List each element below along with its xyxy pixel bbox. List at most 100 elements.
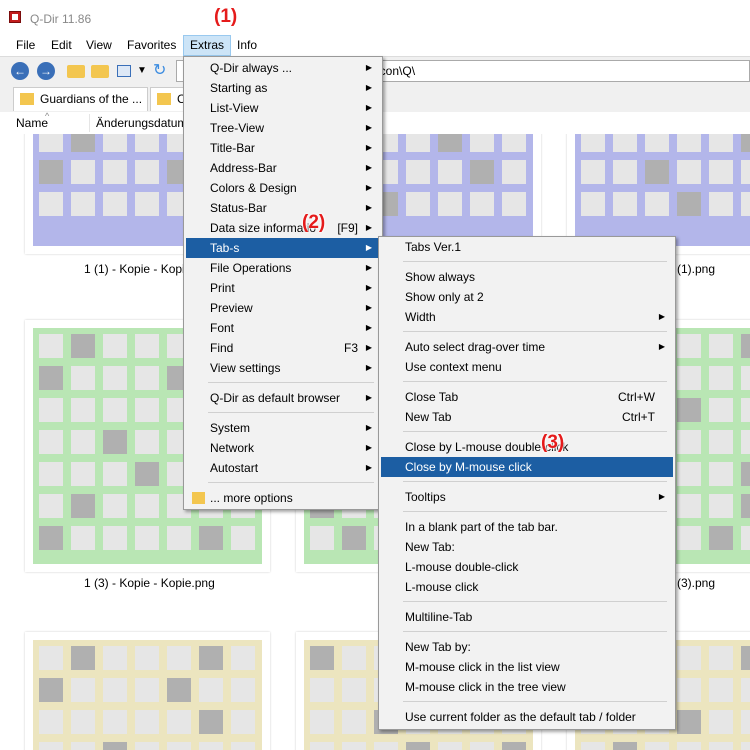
tabs-item-l-mouse-click[interactable]: L-mouse click bbox=[381, 577, 673, 597]
extras-item-view-settings[interactable]: View settings ▶ bbox=[186, 358, 380, 378]
menu-item-label: Font bbox=[210, 321, 235, 335]
tabs-item-close-by-l-mouse-double-click[interactable]: Close by L-mouse double-click bbox=[381, 437, 673, 457]
pixel-tile bbox=[135, 430, 159, 454]
submenu-arrow-icon: ▶ bbox=[658, 312, 665, 321]
pixel-tile bbox=[135, 366, 159, 390]
view-mode-icon[interactable] bbox=[117, 65, 131, 77]
extras-item-tab-s[interactable]: Tab-s ▶ bbox=[186, 238, 380, 258]
extras-item-q-dir-as-default-browser[interactable]: Q-Dir as default browser ▶ bbox=[186, 388, 380, 408]
back-icon[interactable]: ← bbox=[11, 62, 29, 80]
tabs-item-new-tab[interactable]: New Tab Ctrl+T bbox=[381, 407, 673, 427]
file-caption[interactable]: (3).png bbox=[677, 576, 715, 590]
extras-item-data-size-informatio[interactable]: Data size informatio [F9] ▶ bbox=[186, 218, 380, 238]
pixel-tile bbox=[502, 192, 526, 216]
tabs-item-close-tab[interactable]: Close Tab Ctrl+W bbox=[381, 387, 673, 407]
extras-item-tree-view[interactable]: Tree-View ▶ bbox=[186, 118, 380, 138]
menu-favorites[interactable]: Favorites bbox=[121, 37, 182, 54]
extras-item-status-bar[interactable]: Status-Bar ▶ bbox=[186, 198, 380, 218]
pixel-tile bbox=[231, 678, 255, 702]
menu-separator bbox=[208, 412, 374, 413]
tabs-item-use-context-menu[interactable]: Use context menu bbox=[381, 357, 673, 377]
extras-item-starting-as[interactable]: Starting as ▶ bbox=[186, 78, 380, 98]
pixel-tile bbox=[71, 398, 95, 422]
extras-item-title-bar[interactable]: Title-Bar ▶ bbox=[186, 138, 380, 158]
pixel-tile bbox=[39, 646, 63, 670]
pixel-tile bbox=[709, 192, 733, 216]
tabs-item-width[interactable]: Width ▶ bbox=[381, 307, 673, 327]
tabs-item-new-tab-by[interactable]: New Tab by: bbox=[381, 637, 673, 657]
pixel-tile bbox=[581, 134, 605, 152]
pixel-tile bbox=[470, 192, 494, 216]
tabs-item-use-current-folder-as-the-default-tab-folder[interactable]: Use current folder as the default tab / … bbox=[381, 707, 673, 727]
extras-item-colors-design[interactable]: Colors & Design ▶ bbox=[186, 178, 380, 198]
extras-item-find[interactable]: Find F3 ▶ bbox=[186, 338, 380, 358]
extras-item-preview[interactable]: Preview ▶ bbox=[186, 298, 380, 318]
tabs-item-in-a-blank-part-of-the-tab-bar[interactable]: In a blank part of the tab bar. bbox=[381, 517, 673, 537]
extras-item-font[interactable]: Font ▶ bbox=[186, 318, 380, 338]
extras-item-autostart[interactable]: Autostart ▶ bbox=[186, 458, 380, 478]
extras-item-file-operations[interactable]: File Operations ▶ bbox=[186, 258, 380, 278]
extras-item-address-bar[interactable]: Address-Bar ▶ bbox=[186, 158, 380, 178]
tabs-item-l-mouse-double-click[interactable]: L-mouse double-click bbox=[381, 557, 673, 577]
extras-item-system[interactable]: System ▶ bbox=[186, 418, 380, 438]
file-caption[interactable]: (1).png bbox=[677, 262, 715, 276]
menu-item-label: Address-Bar bbox=[210, 161, 277, 175]
menu-item-label: Use current folder as the default tab / … bbox=[405, 710, 636, 724]
new-folder-icon[interactable] bbox=[91, 65, 109, 78]
menu-item-label: Status-Bar bbox=[210, 201, 267, 215]
pixel-tile bbox=[135, 398, 159, 422]
tabs-item-show-always[interactable]: Show always bbox=[381, 267, 673, 287]
extras-item-q-dir-always[interactable]: Q-Dir always ... ▶ bbox=[186, 58, 380, 78]
menu-edit[interactable]: Edit bbox=[45, 37, 78, 54]
tabs-item-m-mouse-click-in-the-tree-view[interactable]: M-mouse click in the tree view bbox=[381, 677, 673, 697]
forward-icon[interactable]: → bbox=[37, 62, 55, 80]
menu-item-label: Use context menu bbox=[405, 360, 502, 374]
tabs-item-close-by-m-mouse-click[interactable]: Close by M-mouse click bbox=[381, 457, 673, 477]
extras-item-more-options[interactable]: ... more options bbox=[186, 488, 380, 508]
pixel-tile bbox=[709, 494, 733, 518]
app-icon bbox=[9, 11, 21, 23]
folder-up-icon[interactable] bbox=[67, 65, 85, 78]
menu-view[interactable]: View bbox=[80, 37, 118, 54]
pixel-tile bbox=[167, 710, 191, 734]
pixel-tile bbox=[470, 160, 494, 184]
tabs-item-auto-select-drag-over-time[interactable]: Auto select drag-over time ▶ bbox=[381, 337, 673, 357]
tabs-item-multiline-tab[interactable]: Multiline-Tab bbox=[381, 607, 673, 627]
file-caption[interactable]: 1 (3) - Kopie - Kopie.png bbox=[84, 576, 215, 590]
window-title: Q-Dir 11.86 bbox=[30, 12, 92, 26]
extras-item-list-view[interactable]: List-View ▶ bbox=[186, 98, 380, 118]
pixel-tile bbox=[310, 646, 334, 670]
tabs-item-tabs-ver-1[interactable]: Tabs Ver.1 bbox=[381, 237, 673, 257]
menu-extras[interactable]: Extras bbox=[183, 35, 232, 56]
menu-info[interactable]: Info bbox=[231, 37, 263, 54]
pixel-tile bbox=[39, 192, 63, 216]
extras-item-network[interactable]: Network ▶ bbox=[186, 438, 380, 458]
pixel-tile bbox=[310, 526, 334, 550]
file-caption[interactable]: 1 (1) - Kopie - Kopie bbox=[84, 262, 191, 276]
pixel-tile bbox=[231, 646, 255, 670]
column-divider[interactable] bbox=[89, 114, 90, 132]
tabs-item-new-tab[interactable]: New Tab: bbox=[381, 537, 673, 557]
folder-icon bbox=[192, 492, 205, 504]
menu-item-label: Q-Dir always ... bbox=[210, 61, 293, 75]
column-date[interactable]: Änderungsdatum bbox=[96, 116, 187, 130]
pixel-tile bbox=[741, 494, 750, 518]
tabs-item-show-only-at-2[interactable]: Show only at 2 bbox=[381, 287, 673, 307]
menu-item-label: Multiline-Tab bbox=[405, 610, 473, 624]
chevron-down-icon[interactable]: ▼ bbox=[137, 65, 149, 83]
menu-item-label: Tabs Ver.1 bbox=[405, 240, 462, 254]
pixel-tile bbox=[71, 430, 95, 454]
menu-item-label: Network bbox=[210, 441, 255, 455]
column-name[interactable]: Name bbox=[16, 116, 48, 130]
tabs-item-tooltips[interactable]: Tooltips ▶ bbox=[381, 487, 673, 507]
pixel-tile bbox=[199, 742, 223, 750]
tab-guardians[interactable]: Guardians of the ... bbox=[13, 87, 148, 111]
tabs-item-m-mouse-click-in-the-list-view[interactable]: M-mouse click in the list view bbox=[381, 657, 673, 677]
file-thumbnail[interactable] bbox=[25, 632, 270, 750]
pixel-tile bbox=[135, 678, 159, 702]
folder-icon bbox=[157, 93, 171, 105]
refresh-icon[interactable]: ↻ bbox=[153, 62, 171, 80]
pixel-tile bbox=[39, 710, 63, 734]
menu-file[interactable]: File bbox=[10, 37, 41, 54]
extras-item-print[interactable]: Print ▶ bbox=[186, 278, 380, 298]
